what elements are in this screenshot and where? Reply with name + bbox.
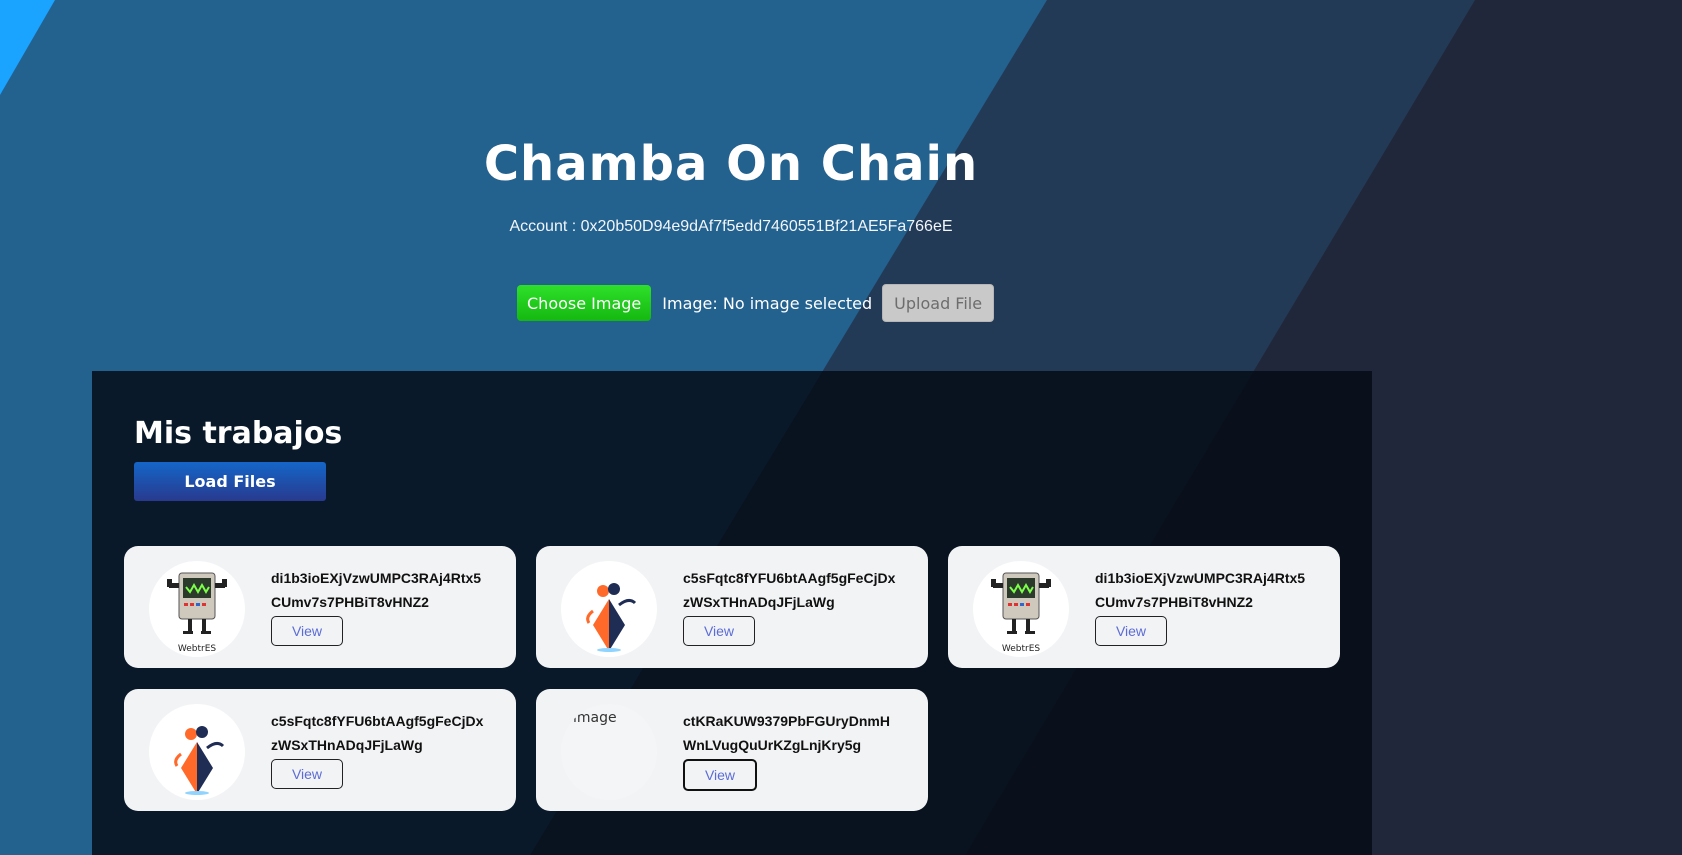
- job-card: WebtrES di1b3ioEXjVzwUMPC3RAj4Rtx5CUmv7s…: [124, 546, 516, 668]
- view-button[interactable]: View: [683, 759, 757, 791]
- job-hash: di1b3ioEXjVzwUMPC3RAj4Rtx5CUmv7s7PHBiT8v…: [271, 570, 482, 610]
- upload-row: Choose Image Image: No image selected Up…: [517, 284, 995, 322]
- upload-file-button[interactable]: Upload File: [882, 284, 995, 322]
- thumb-caption: WebtrES: [1002, 644, 1041, 654]
- view-button[interactable]: View: [683, 616, 755, 646]
- thumb-caption: WebtrES: [178, 644, 217, 654]
- job-card: image ctKRaKUW9379PbFGUryDnmHWnLVugQuUrK…: [536, 689, 928, 811]
- ethereum-icon: [149, 704, 245, 800]
- job-card: c5sFqtc8fYFU6btAAgf5gFeCjDxzWSxTHnADqJFj…: [536, 546, 928, 668]
- job-hash: di1b3ioEXjVzwUMPC3RAj4Rtx5CUmv7s7PHBiT8v…: [1095, 570, 1306, 610]
- broken-image-icon: image: [561, 704, 657, 800]
- jobs-panel: Mis trabajos Load Files WebtrES di1b3ioE…: [92, 371, 1372, 855]
- jobs-heading: Mis trabajos: [134, 416, 343, 451]
- image-status-text: Image: No image selected: [662, 293, 873, 313]
- choose-image-button[interactable]: Choose Image: [517, 285, 652, 321]
- view-button[interactable]: View: [1095, 616, 1167, 646]
- job-hash: c5sFqtc8fYFU6btAAgf5gFeCjDxzWSxTHnADqJFj…: [271, 713, 484, 753]
- job-hash: ctKRaKUW9379PbFGUryDnmHWnLVugQuUrKZgLnjK…: [683, 713, 890, 753]
- view-button[interactable]: View: [271, 759, 343, 789]
- job-hash: c5sFqtc8fYFU6btAAgf5gFeCjDxzWSxTHnADqJFj…: [683, 570, 896, 610]
- app-title: Chamba On Chain: [483, 136, 979, 192]
- account-address: Account : 0x20b50D94e9dAf7f5edd7460551Bf…: [509, 218, 953, 235]
- image-alt-text: image: [573, 710, 617, 726]
- robot-icon: WebtrES: [973, 561, 1069, 657]
- job-card: WebtrES di1b3ioEXjVzwUMPC3RAj4Rtx5CUmv7s…: [948, 546, 1340, 668]
- job-card: c5sFqtc8fYFU6btAAgf5gFeCjDxzWSxTHnADqJFj…: [124, 689, 516, 811]
- view-button[interactable]: View: [271, 616, 343, 646]
- ethereum-icon: [561, 561, 657, 657]
- load-files-button[interactable]: Load Files: [134, 462, 326, 501]
- robot-icon: WebtrES: [149, 561, 245, 657]
